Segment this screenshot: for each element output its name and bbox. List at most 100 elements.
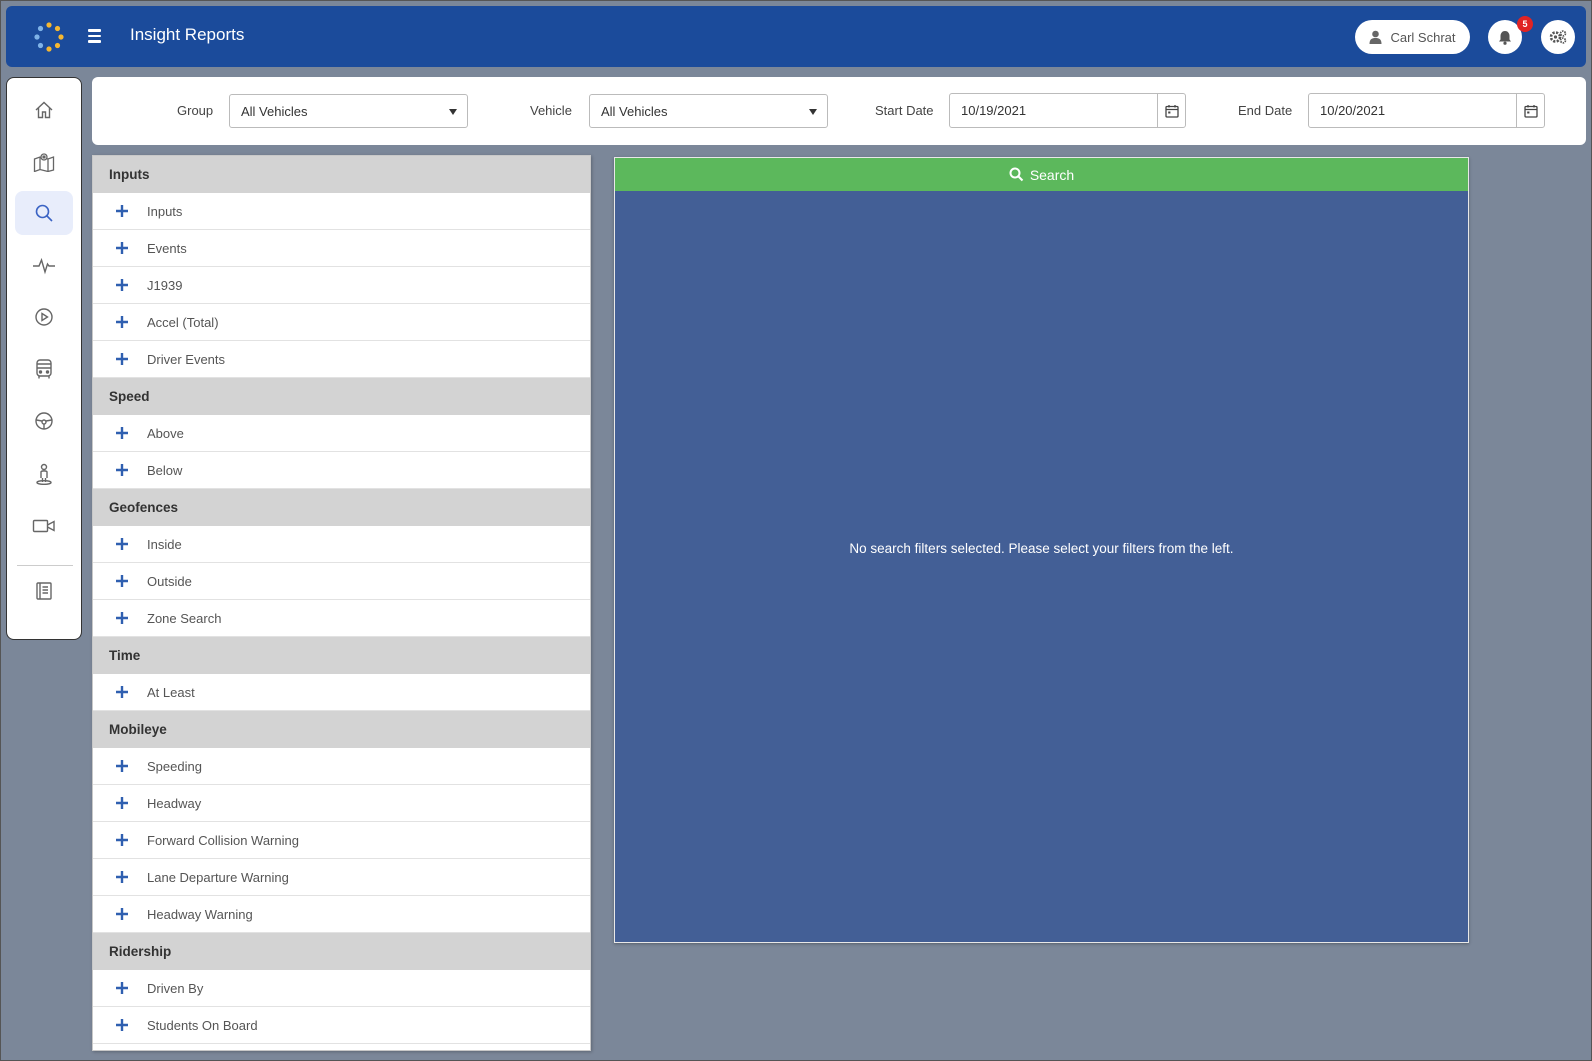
plus-icon[interactable] [97, 796, 147, 810]
plus-icon[interactable] [97, 463, 147, 477]
sidebar-item-activity[interactable] [15, 243, 73, 287]
plus-icon[interactable] [97, 611, 147, 625]
plus-icon[interactable] [97, 352, 147, 366]
end-date-field[interactable]: 10/20/2021 [1308, 93, 1545, 128]
vehicle-value: All Vehicles [601, 103, 668, 119]
plus-icon[interactable] [97, 685, 147, 699]
calendar-icon[interactable] [1157, 94, 1185, 127]
filter-item[interactable]: Headway [93, 785, 590, 822]
person-pin-icon [36, 463, 52, 485]
filter-item-label: Headway [147, 795, 202, 811]
user-menu-button[interactable]: Carl Schrat [1355, 20, 1470, 54]
plus-icon[interactable] [97, 537, 147, 551]
sidebar-item-playback[interactable] [15, 295, 73, 339]
plus-icon[interactable] [97, 1018, 147, 1032]
plus-icon[interactable] [97, 241, 147, 255]
filter-item[interactable]: Below [93, 452, 590, 489]
sidebar-item-search[interactable] [15, 191, 73, 235]
start-date-value: 10/19/2021 [961, 103, 1027, 118]
start-date-label: Start Date [875, 103, 934, 118]
steering-wheel-icon [35, 412, 53, 430]
vehicle-label: Vehicle [530, 103, 572, 118]
filter-item[interactable]: Lane Departure Warning [93, 859, 590, 896]
end-date-value: 10/20/2021 [1320, 103, 1386, 118]
vehicle-select[interactable]: All Vehicles [589, 94, 828, 128]
chevron-down-icon [809, 109, 817, 115]
sidebar-item-home[interactable] [15, 88, 73, 132]
sidebar-item-video[interactable] [15, 504, 73, 548]
empty-results-message: No search filters selected. Please selec… [849, 541, 1234, 556]
filter-item-label: Forward Collision Warning [147, 832, 299, 848]
filter-item[interactable]: Zone Search [93, 600, 590, 637]
filter-item-label: Accel (Total) [147, 314, 219, 330]
sidebar-divider [17, 565, 73, 566]
group-value: All Vehicles [241, 103, 308, 119]
start-date-field[interactable]: 10/19/2021 [949, 93, 1186, 128]
page-title: Insight Reports [130, 25, 245, 44]
filter-item[interactable]: Inputs [93, 193, 590, 230]
filter-item[interactable]: At Least [93, 674, 590, 711]
map-icon [33, 153, 55, 172]
video-camera-icon [32, 519, 55, 533]
sidebar-item-stop[interactable] [15, 452, 73, 496]
sidebar-item-bus[interactable] [15, 347, 73, 391]
plus-icon[interactable] [97, 204, 147, 218]
filter-item[interactable]: Students On Board [93, 1007, 590, 1044]
calendar-icon[interactable] [1516, 94, 1544, 127]
sidebar-item-driver[interactable] [15, 399, 73, 443]
search-button[interactable]: Search [615, 158, 1468, 191]
plus-icon[interactable] [97, 870, 147, 884]
search-button-label: Search [1029, 166, 1075, 183]
filter-item-label: Headway Warning [147, 906, 253, 922]
filter-item-label: Students On Board [147, 1017, 258, 1033]
end-date-label: End Date [1238, 103, 1293, 118]
filter-item-label: J1939 [147, 277, 183, 293]
filter-item-label: Inside [147, 536, 182, 552]
plus-icon[interactable] [97, 981, 147, 995]
filter-item[interactable]: Driven By [93, 970, 590, 1007]
filter-item-label: Above [147, 425, 184, 441]
logo-icon[interactable] [32, 20, 66, 54]
plus-icon[interactable] [97, 315, 147, 329]
filter-item-label: Zone Search [147, 610, 222, 626]
user-name: Carl Schrat [1390, 29, 1456, 45]
filter-item-label: Driver Events [147, 351, 226, 367]
plus-icon[interactable] [97, 426, 147, 440]
filter-item-label: At Least [147, 684, 195, 700]
filter-section-header: Time [93, 637, 590, 674]
group-select[interactable]: All Vehicles [229, 94, 468, 128]
menu-icon[interactable] [82, 25, 108, 47]
filter-item[interactable]: J1939 [93, 267, 590, 304]
filter-item[interactable]: Above [93, 415, 590, 452]
group-label: Group [177, 103, 214, 118]
filter-item[interactable]: Speeding [93, 748, 590, 785]
plus-icon[interactable] [97, 759, 147, 773]
filter-item-label: Lane Departure Warning [147, 869, 289, 885]
plus-icon[interactable] [97, 574, 147, 588]
sidebar-item-reports[interactable] [15, 569, 73, 613]
filter-item[interactable]: Headway Warning [93, 896, 590, 933]
notification-badge: 5 [1517, 16, 1533, 32]
bell-icon [1499, 30, 1511, 45]
filter-item[interactable]: Forward Collision Warning [93, 822, 590, 859]
plus-icon[interactable] [97, 907, 147, 921]
bus-icon [36, 359, 52, 379]
filter-item-label: Driven By [147, 980, 204, 996]
settings-button[interactable] [1541, 20, 1575, 54]
filter-list: Inputs Inputs Events J1939 Accel (Total) Driv… [92, 155, 591, 1051]
filter-item[interactable]: Inside [93, 526, 590, 563]
filter-item[interactable]: Accel (Total) [93, 304, 590, 341]
filter-item[interactable]: Events [93, 230, 590, 267]
filter-item-label: Below [147, 462, 183, 478]
filter-item-label: Outside [147, 573, 192, 589]
filter-item[interactable]: Outside [93, 563, 590, 600]
search-icon [35, 204, 53, 222]
settings-gear-icon [1549, 30, 1567, 44]
play-circle-icon [35, 308, 53, 326]
plus-icon[interactable] [97, 833, 147, 847]
plus-icon[interactable] [97, 278, 147, 292]
filter-bar: Group All Vehicles Vehicle All Vehicles … [92, 77, 1586, 145]
filter-item[interactable]: Driver Events [93, 341, 590, 378]
results-panel: Search No search filters selected. Pleas… [614, 157, 1469, 943]
sidebar-item-map[interactable] [15, 140, 73, 184]
